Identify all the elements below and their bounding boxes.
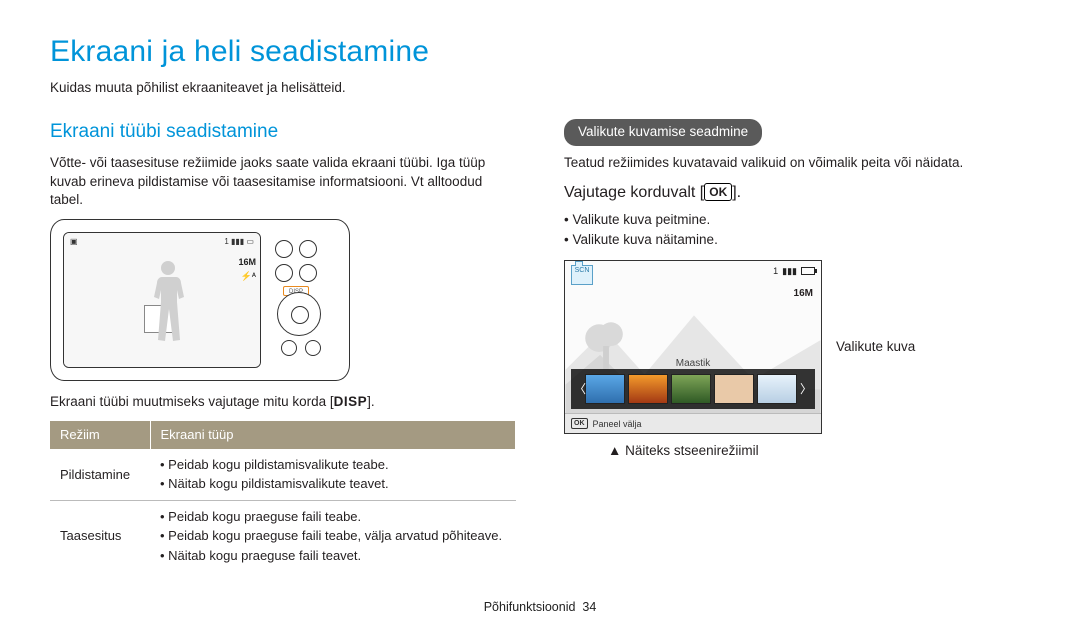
right-bullet: Valikute kuva näitamine. xyxy=(564,230,1030,250)
footer-section: Põhifunktsioonid xyxy=(484,600,576,614)
person-silhouette-icon xyxy=(150,261,186,347)
press-post: ]. xyxy=(732,184,741,201)
camera-button-icon xyxy=(275,264,293,282)
thumb-icon xyxy=(671,374,711,404)
page-intro: Kuidas muuta põhilist ekraaniteavet ja h… xyxy=(50,79,1030,97)
lcd-top-left-icon: ▣ xyxy=(70,237,78,248)
lcd-res: 16M xyxy=(238,255,256,269)
lcd-top-right: 1 ▮▮▮ ▭ xyxy=(224,237,254,248)
thumb-icon xyxy=(585,374,625,404)
right-body: Teatud režiimides kuvatavaid valikuid on… xyxy=(564,154,1030,172)
footer-page-no: 34 xyxy=(582,600,596,614)
camera-button-icon xyxy=(299,264,317,282)
scn-mode-icon: SCN xyxy=(571,265,593,285)
right-column: Valikute kuvamise seadmine Teatud režiim… xyxy=(564,119,1030,572)
ok-mini-icon: OK xyxy=(571,418,588,429)
scene-bottombar: OK Paneel välja xyxy=(565,413,821,433)
table-bullet: Näitab kogu pildistamisvalikute teavet. xyxy=(160,474,506,494)
right-pill: Valikute kuvamise seadmine xyxy=(564,119,762,146)
left-heading: Ekraani tüübi seadistamine xyxy=(50,119,516,145)
panel-text: Paneel välja xyxy=(593,418,642,430)
battery-status: 1 ▮▮▮ xyxy=(773,265,815,277)
scene-screenshot: SCN 1 ▮▮▮ 16M Maastik 〈 〉 xyxy=(564,260,822,434)
table-type-cell: Peidab kogu pildistamisvalikute teabe. N… xyxy=(150,449,516,501)
thumb-icon xyxy=(714,374,754,404)
left-column: Ekraani tüübi seadistamine Võtte- või ta… xyxy=(50,119,516,572)
disp-post: ]. xyxy=(367,394,375,409)
table-mode-cell: Pildistamine xyxy=(50,449,150,501)
camera-button-icon xyxy=(299,240,317,258)
scene-res: 16M xyxy=(794,287,813,301)
table-row: Pildistamine Peidab kogu pildistamisvali… xyxy=(50,449,516,501)
modes-table: Režiim Ekraani tüüp Pildistamine Peidab … xyxy=(50,421,516,571)
table-bullet: Peidab kogu praeguse faili teabe, välja … xyxy=(160,526,506,546)
thumb-icon xyxy=(628,374,668,404)
table-bullet: Näitab kogu praeguse faili teavet. xyxy=(160,546,506,566)
right-bullet: Valikute kuva peitmine. xyxy=(564,210,1030,230)
disp-pre: Ekraani tüübi muutmiseks vajutage mitu k… xyxy=(50,394,334,409)
table-bullet: Peidab kogu praeguse faili teabe. xyxy=(160,507,506,527)
page-title: Ekraani ja heli seadistamine xyxy=(50,32,1030,73)
arrow-right-icon: 〉 xyxy=(800,381,812,397)
table-row: Taasesitus Peidab kogu praeguse faili te… xyxy=(50,500,516,571)
ok-key-icon: OK xyxy=(704,183,732,201)
table-mode-cell: Taasesitus xyxy=(50,500,150,571)
disp-instruction: Ekraani tüübi muutmiseks vajutage mitu k… xyxy=(50,393,516,411)
arrow-left-icon: 〈 xyxy=(574,381,586,397)
table-header-type: Ekraani tüüp xyxy=(150,421,516,449)
disp-key: DISP xyxy=(334,394,368,409)
filmstrip: 〈 〉 xyxy=(571,369,815,409)
page-footer: Põhifunktsioonid 34 xyxy=(0,599,1080,616)
press-ok-line: Vajutage korduvalt [OK]. xyxy=(564,182,1030,204)
camera-button-icon xyxy=(305,340,321,356)
table-header-mode: Režiim xyxy=(50,421,150,449)
camera-button-icon xyxy=(281,340,297,356)
table-bullet: Peidab kogu pildistamisvalikute teabe. xyxy=(160,455,506,475)
camera-lcd: ▣ 1 ▮▮▮ ▭ 16M ⚡ᴬ xyxy=(63,232,261,368)
camera-illustration: ▣ 1 ▮▮▮ ▭ 16M ⚡ᴬ DISP xyxy=(50,219,350,381)
table-type-cell: Peidab kogu praeguse faili teabe. Peidab… xyxy=(150,500,516,571)
lcd-flash-icon: ⚡ᴬ xyxy=(238,269,256,283)
left-body: Võtte- või taasesituse režiimide jaoks s… xyxy=(50,154,516,209)
thumb-icon xyxy=(757,374,797,404)
press-pre: Vajutage korduvalt [ xyxy=(564,184,704,201)
camera-button-icon xyxy=(275,240,293,258)
camera-button-column: DISP xyxy=(271,238,335,366)
right-bullets: Valikute kuva peitmine. Valikute kuva nä… xyxy=(564,210,1030,250)
example-note: ▲ Näiteks stseenirežiimil xyxy=(608,442,1030,460)
dpad-icon xyxy=(277,292,321,336)
scene-caption: Valikute kuva xyxy=(836,338,915,356)
